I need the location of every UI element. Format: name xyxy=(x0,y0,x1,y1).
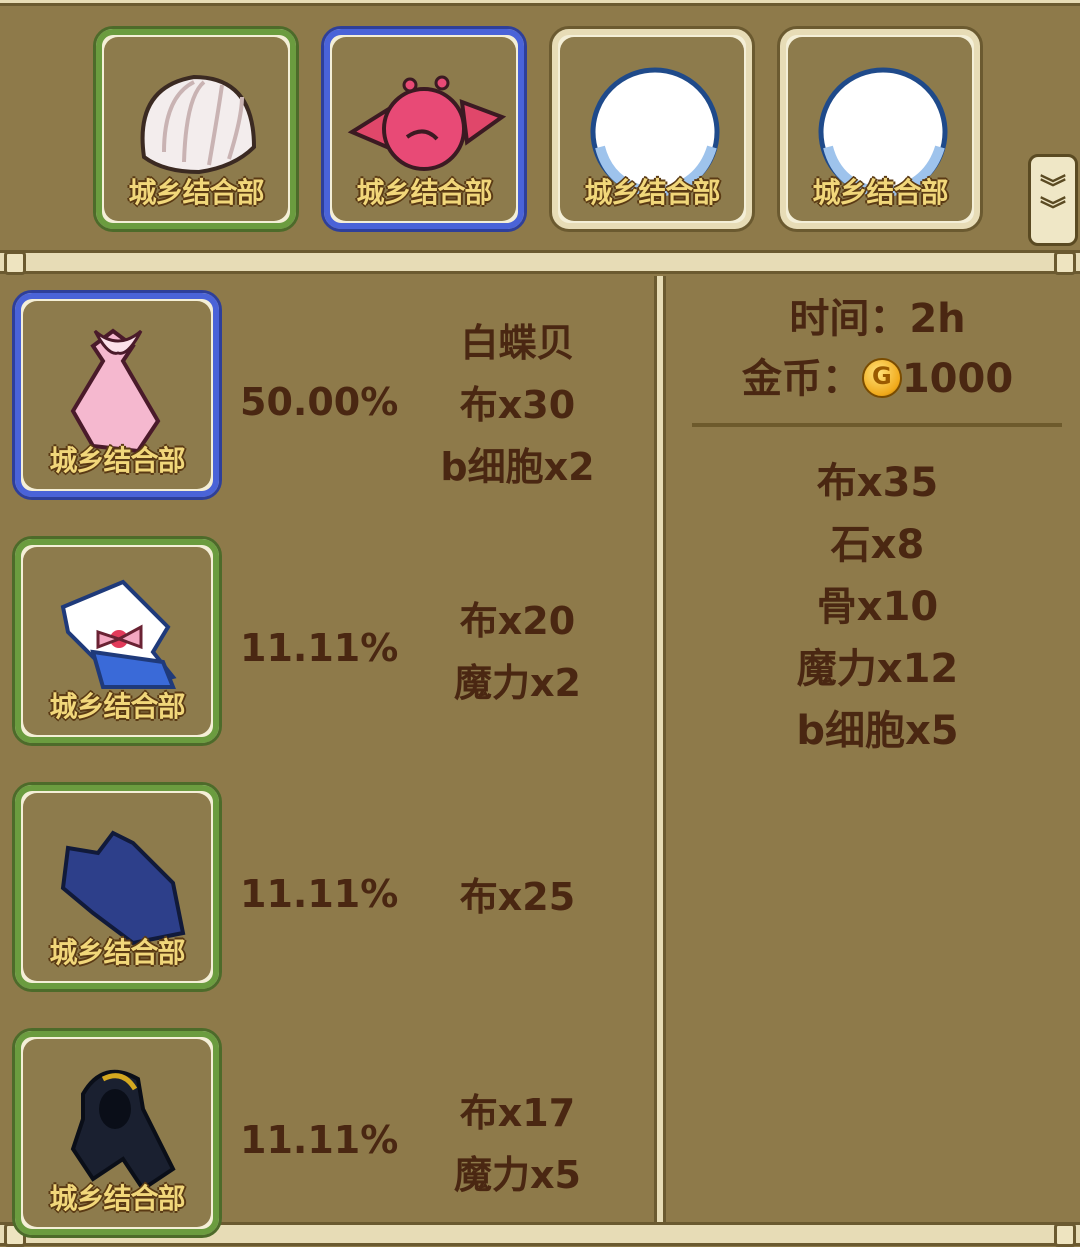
watermark: 城乡结合部 xyxy=(584,176,720,209)
watermark: 城乡结合部 xyxy=(49,444,185,477)
materials-2: 布x20 魔力x2 xyxy=(420,590,615,714)
top-tab-4[interactable]: 城乡结合部 xyxy=(777,26,983,232)
gold-coin-icon xyxy=(861,358,902,398)
watermark: 城乡结合部 xyxy=(49,690,185,723)
chance-1: 50.00% xyxy=(240,380,399,424)
recipe-item-2[interactable]: 城乡结合部 xyxy=(12,536,222,746)
watermark: 城乡结合部 xyxy=(128,176,264,209)
material: 布x25 xyxy=(459,875,576,919)
material: 魔力x5 xyxy=(454,1153,581,1197)
material: 白蝶贝 xyxy=(460,321,575,365)
requirement: 石x8 xyxy=(830,522,925,568)
materials-4: 布x17 魔力x5 xyxy=(420,1082,615,1206)
material: 布x30 xyxy=(459,383,576,427)
chance-4: 11.11% xyxy=(240,1118,399,1162)
watermark: 城乡结合部 xyxy=(49,1182,185,1215)
rail-cap-left xyxy=(4,251,26,275)
recipe-item-3[interactable]: 城乡结合部 xyxy=(12,782,222,992)
watermark: 城乡结合部 xyxy=(812,176,948,209)
requirement: 布x35 xyxy=(816,460,939,506)
watermark: 城乡结合部 xyxy=(356,176,492,209)
requirement: 魔力x12 xyxy=(796,646,959,692)
rail-cap-right xyxy=(1054,1223,1076,1247)
material: 布x17 xyxy=(459,1091,576,1135)
gold-label: 金币： xyxy=(741,356,862,402)
rail-cap-right xyxy=(1054,251,1076,275)
material: 布x20 xyxy=(459,599,576,643)
material: b细胞x2 xyxy=(440,445,595,489)
gold-value: 1000 xyxy=(901,356,1014,402)
chance-2: 11.11% xyxy=(240,626,399,670)
requirements-list: 布x35 石x8 骨x10 魔力x12 b细胞x5 xyxy=(690,452,1065,762)
chevron-down-icon: ︾ xyxy=(1039,196,1066,226)
recipe-item-4[interactable]: 城乡结合部 xyxy=(12,1028,222,1238)
top-tab-2[interactable]: 城乡结合部 xyxy=(321,26,527,232)
craft-time: 时间：2h xyxy=(789,296,966,342)
expand-tabs-button[interactable]: ︾ ︾ xyxy=(1028,154,1078,246)
materials-1: 白蝶贝 布x30 b细胞x2 xyxy=(420,312,615,498)
info-divider xyxy=(692,423,1062,427)
watermark: 城乡结合部 xyxy=(49,936,185,969)
requirement: 骨x10 xyxy=(816,584,939,630)
materials-3: 布x25 xyxy=(420,866,615,928)
requirement: b细胞x5 xyxy=(796,708,959,754)
recipe-item-1[interactable]: 城乡结合部 xyxy=(12,290,222,500)
material: 魔力x2 xyxy=(454,661,581,705)
chance-3: 11.11% xyxy=(240,872,399,916)
top-edge-rail xyxy=(0,0,1080,6)
gold-cost: 金币： 1000 xyxy=(690,346,1065,404)
top-tab-1[interactable]: 城乡结合部 xyxy=(93,26,299,232)
panel-divider xyxy=(654,276,666,1222)
tabs-divider-rail xyxy=(0,250,1080,275)
top-tab-3[interactable]: 城乡结合部 xyxy=(549,26,755,232)
